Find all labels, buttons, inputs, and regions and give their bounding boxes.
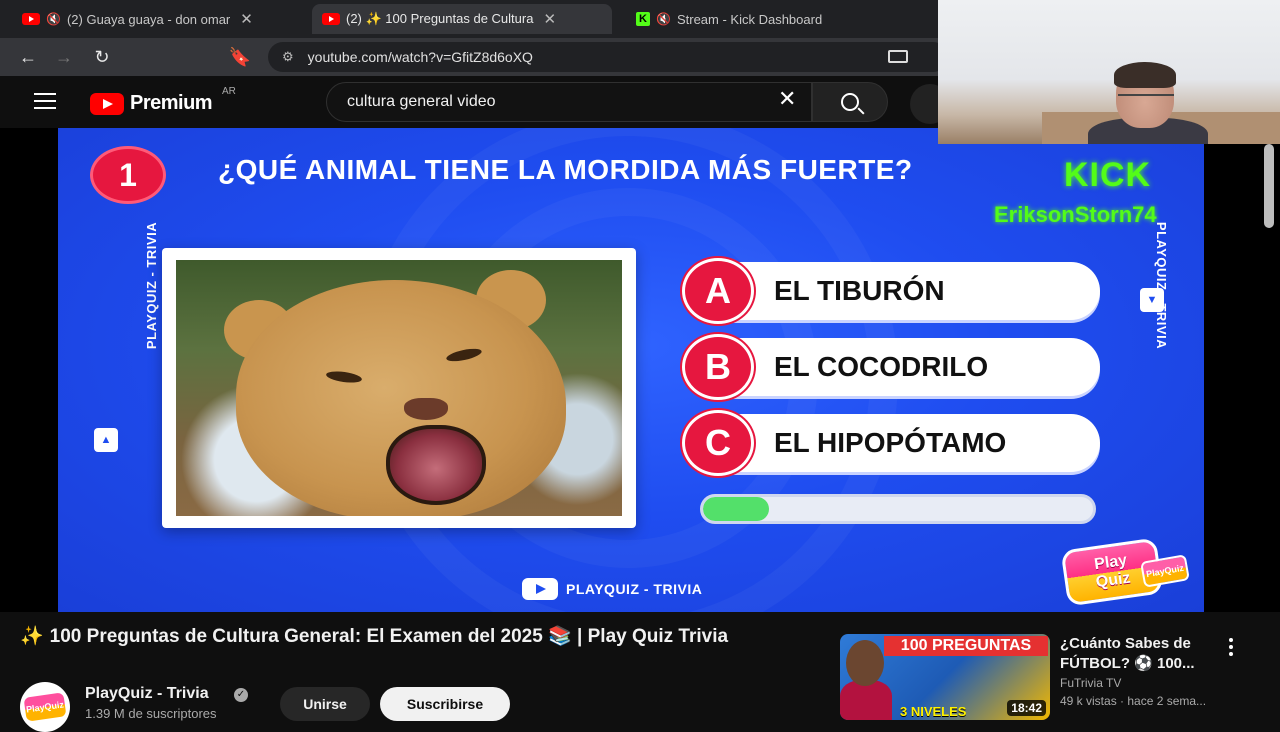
- bottom-brand-text: PLAYQUIZ - TRIVIA: [566, 581, 703, 597]
- verified-icon: ✓: [234, 688, 248, 702]
- thumb-player-face: [846, 640, 884, 686]
- answer-option-b: B EL COCODRILO: [682, 334, 1100, 400]
- side-label-right: PLAYQUIZ - TRIVIA: [1154, 221, 1170, 350]
- back-arrow-icon[interactable]: ←: [16, 46, 40, 68]
- more-options-icon[interactable]: [1226, 638, 1236, 656]
- video-player[interactable]: 1 ¿QUÉ ANIMAL TIENE LA MORDIDA MÁS FUERT…: [0, 128, 1280, 612]
- answer-letter: B: [682, 334, 754, 400]
- bookmark-icon[interactable]: 🔖: [228, 46, 252, 68]
- timer-progress-bar: [700, 494, 1096, 524]
- page-scrollbar[interactable]: [1264, 144, 1274, 228]
- youtube-icon: [22, 13, 40, 25]
- search-button[interactable]: [812, 82, 888, 122]
- thumb-subtitle: 3 NIVELES: [900, 704, 967, 719]
- question-number: 1: [90, 146, 166, 204]
- forward-arrow-icon[interactable]: →: [52, 46, 76, 68]
- answer-text: EL TIBURÓN: [774, 275, 945, 306]
- lion-photo: [176, 260, 622, 516]
- join-button[interactable]: Unirse: [280, 687, 370, 721]
- youtube-icon: [522, 578, 558, 600]
- site-info-icon[interactable]: ⚙: [282, 49, 294, 65]
- youtube-mini-icon: ▼: [1140, 288, 1164, 312]
- answer-letter: A: [682, 258, 754, 324]
- sparkle-icon: ✨: [20, 626, 44, 647]
- lion-eye: [445, 346, 483, 364]
- playquiz-avatar-logo: PlayQuiz: [23, 692, 67, 722]
- video-title-text: 100 Preguntas de Cultura General: El Exa…: [49, 626, 729, 647]
- kick-overlay: KICK: [1064, 156, 1152, 194]
- lion-eye: [325, 369, 363, 385]
- video-frame[interactable]: 1 ¿QUÉ ANIMAL TIENE LA MORDIDA MÁS FUERT…: [58, 128, 1204, 612]
- url-text: youtube.com/watch?v=GfitZ8d6oXQ: [307, 49, 533, 65]
- recommended-channel[interactable]: FuTrivia TV: [1060, 676, 1121, 690]
- browser-tab-kick[interactable]: K 🔇 Stream - Kick Dashboard: [626, 4, 926, 34]
- menu-icon[interactable]: [34, 93, 56, 109]
- browser-tab-active[interactable]: (2) ✨ 100 Preguntas de Cultura ✕: [312, 4, 612, 34]
- answer-text: EL HIPOPÓTAMO: [774, 427, 1007, 458]
- answer-text: EL COCODRILO: [774, 351, 989, 382]
- timer-progress-fill: [703, 497, 770, 521]
- url-field[interactable]: ⚙ youtube.com/watch?v=GfitZ8d6oXQ: [268, 42, 948, 72]
- bottom-brand: PLAYQUIZ - TRIVIA: [522, 578, 702, 600]
- kick-icon: K: [636, 12, 650, 26]
- lion-mouth: [386, 425, 486, 505]
- speaker-muted-icon[interactable]: 🔇: [46, 12, 61, 26]
- kick-username: EriksonStorn74: [994, 202, 1157, 227]
- close-tab-icon[interactable]: ✕: [543, 10, 556, 28]
- search-input[interactable]: cultura general video: [326, 82, 812, 122]
- answer-option-a: A EL TIBURÓN: [682, 258, 1100, 324]
- video-title: ✨ 100 Preguntas de Cultura General: El Ex…: [20, 624, 810, 650]
- speaker-muted-icon[interactable]: 🔇: [656, 12, 671, 26]
- region-code: AR: [222, 86, 236, 97]
- tab-label: (2) ✨ 100 Preguntas de Cultura: [346, 11, 534, 26]
- search-icon: [841, 93, 859, 111]
- webcam-overlay: [938, 0, 1280, 144]
- close-tab-icon[interactable]: ✕: [240, 10, 253, 28]
- lion-nose: [404, 398, 448, 420]
- logo-line-2: Quiz: [1094, 569, 1132, 592]
- thumb-player-shirt: [840, 680, 892, 720]
- tab-label: Stream - Kick Dashboard: [676, 11, 823, 27]
- youtube-icon: [322, 13, 340, 25]
- subscribe-button[interactable]: Suscribirse: [380, 687, 510, 721]
- tab-label: (2) Guaya guaya - don omar: [66, 11, 231, 27]
- video-duration: 18:42: [1007, 700, 1046, 716]
- recommended-video-title[interactable]: ¿Cuánto Sabes de FÚTBOL? ⚽ 100...: [1060, 634, 1230, 674]
- recommended-video-thumbnail[interactable]: 100 PREGUNTAS 3 NIVELES 18:42: [840, 634, 1050, 720]
- thumb-banner: 100 PREGUNTAS: [884, 636, 1048, 656]
- webcam-glasses: [1118, 94, 1174, 104]
- subscriber-count: 1.39 M de suscriptores: [85, 706, 217, 721]
- youtube-logo[interactable]: Premium AR: [90, 86, 236, 115]
- browser-tab-guaya[interactable]: 🔇 (2) Guaya guaya - don omar ✕: [12, 4, 308, 34]
- side-label-left: PLAYQUIZ - TRIVIA: [144, 221, 160, 350]
- recommended-meta: 49 k vistas · hace 2 sema...: [1060, 694, 1207, 708]
- channel-name[interactable]: PlayQuiz - Trivia: [85, 685, 209, 703]
- question-text: ¿QUÉ ANIMAL TIENE LA MORDIDA MÁS FUERTE?: [218, 154, 913, 185]
- channel-avatar[interactable]: PlayQuiz: [20, 682, 70, 732]
- reload-icon[interactable]: ↻: [90, 46, 114, 68]
- cast-icon[interactable]: [888, 50, 908, 63]
- webcam-person-hair: [1114, 62, 1176, 88]
- youtube-play-icon: [90, 92, 124, 115]
- answer-letter: C: [682, 410, 754, 476]
- logo-text: Premium: [130, 92, 213, 114]
- answer-option-c: C EL HIPOPÓTAMO: [682, 410, 1100, 476]
- animal-photo-card: [162, 248, 636, 528]
- youtube-mini-icon: ▲: [94, 428, 118, 452]
- clear-search-icon[interactable]: ✕: [778, 88, 796, 110]
